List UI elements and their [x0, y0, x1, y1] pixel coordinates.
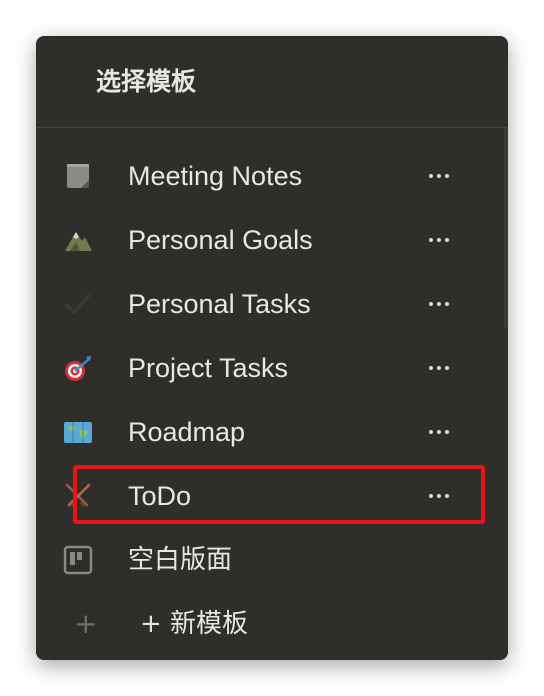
checkmark-icon	[62, 288, 94, 320]
menu-title: 选择模板	[96, 67, 197, 96]
template-item-personal-tasks[interactable]: Personal Tasks	[36, 272, 508, 336]
more-options-icon[interactable]	[419, 356, 459, 380]
template-item-blank-board[interactable]: 空白版面	[36, 528, 508, 592]
board-icon	[62, 544, 94, 576]
dart-target-icon	[62, 352, 94, 384]
template-item-label: Roadmap	[128, 417, 246, 447]
more-options-icon[interactable]	[419, 164, 459, 188]
template-item-label: 空白版面	[128, 545, 233, 575]
template-item-label: ToDo	[128, 481, 192, 511]
crossed-swords-icon	[62, 480, 94, 512]
mountain-icon	[62, 224, 94, 256]
title-divider	[36, 127, 508, 128]
more-options-icon[interactable]	[419, 420, 459, 444]
new-template-button[interactable]: + + 新模板	[36, 592, 508, 656]
more-options-icon[interactable]	[419, 292, 459, 316]
template-item-label: Project Tasks	[128, 353, 289, 383]
more-options-icon[interactable]	[419, 228, 459, 252]
template-item-personal-goals[interactable]: Personal Goals	[36, 208, 508, 272]
template-item-meeting-notes[interactable]: Meeting Notes	[36, 144, 508, 208]
template-item-project-tasks[interactable]: Project Tasks	[36, 336, 508, 400]
map-icon	[62, 416, 94, 448]
new-template-label: + 新模板	[140, 609, 249, 639]
template-picker-menu: 选择模板 Meeting Notes Personal Goals Person…	[36, 36, 508, 660]
notepad-icon	[62, 160, 94, 192]
template-item-todo[interactable]: ToDo	[36, 464, 508, 528]
template-item-label: Personal Goals	[128, 225, 313, 255]
more-options-icon[interactable]	[419, 484, 459, 508]
template-item-label: Personal Tasks	[128, 289, 311, 319]
template-item-label: Meeting Notes	[128, 161, 303, 191]
template-item-roadmap[interactable]: Roadmap	[36, 400, 508, 464]
plus-icon: +	[74, 607, 98, 640]
